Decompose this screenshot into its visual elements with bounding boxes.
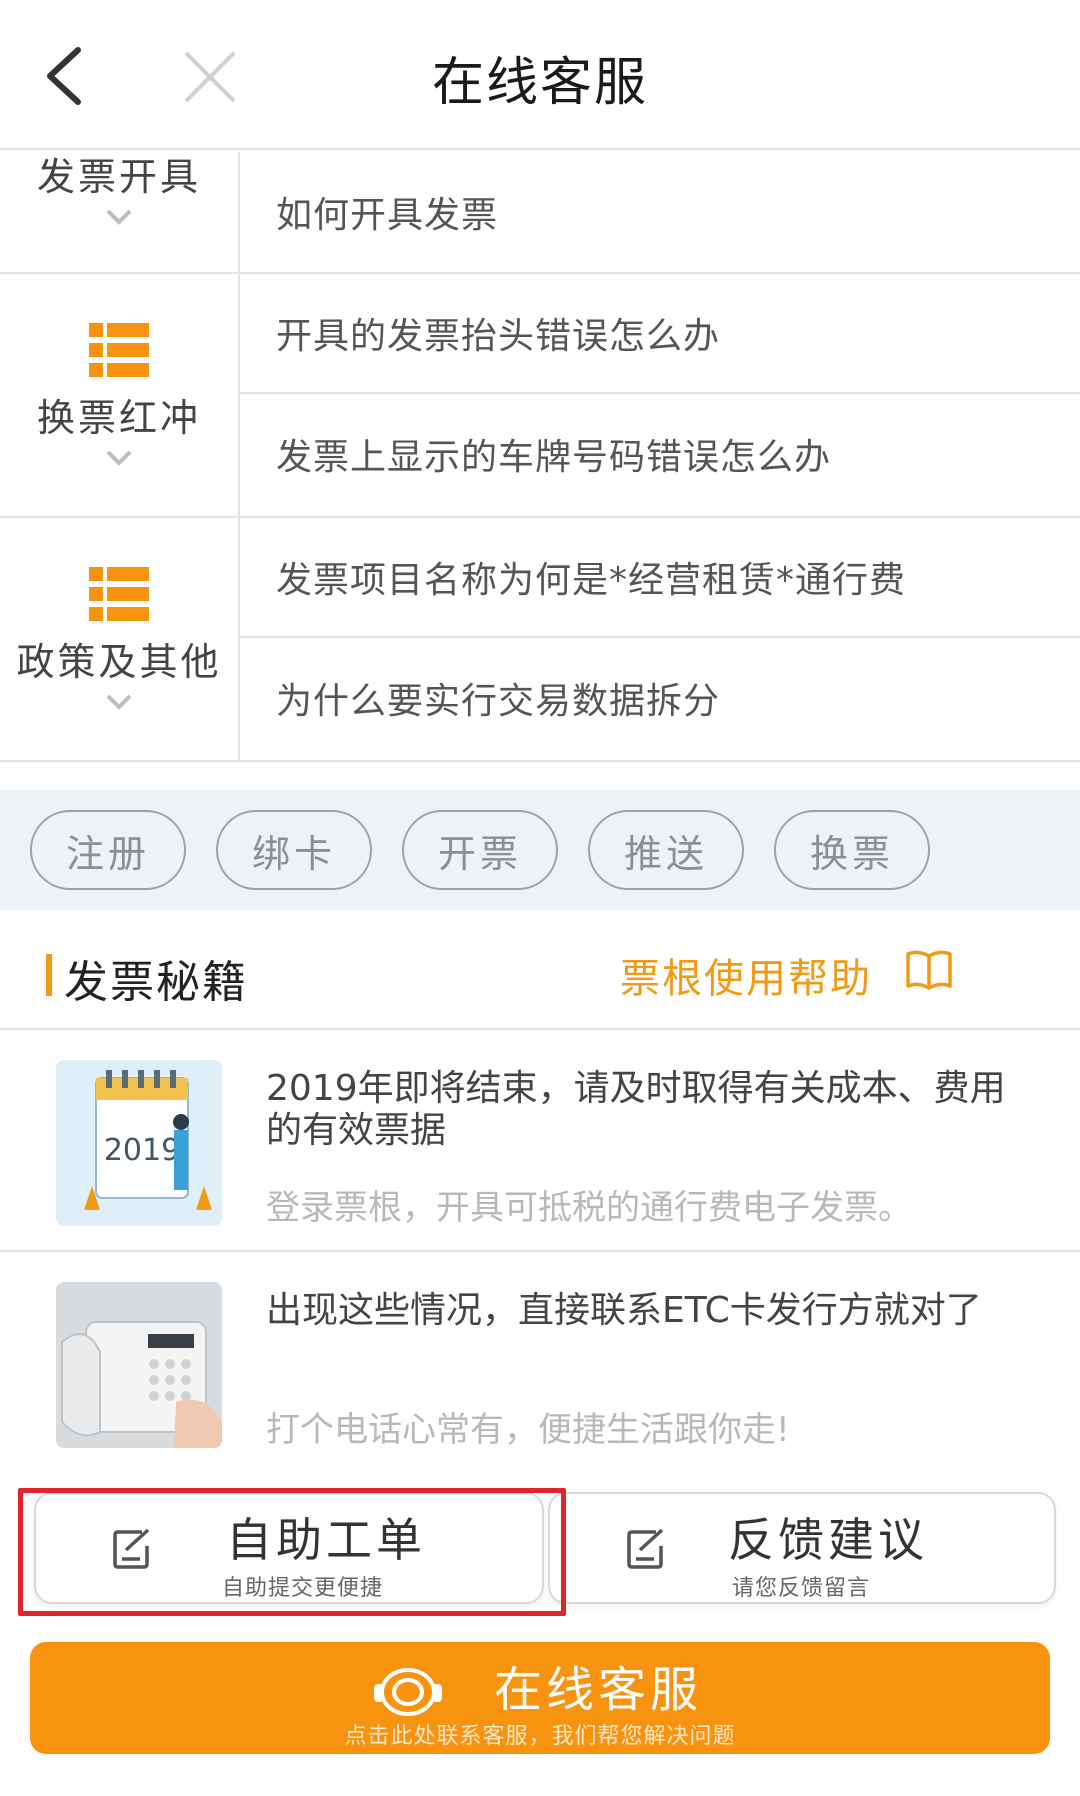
top-nav-bar: 在线客服: [0, 0, 1080, 150]
quick-tags: 注册 绑卡 开票 推送 换票: [0, 790, 1080, 910]
feedback-title: 反馈建议: [728, 1513, 928, 1567]
section-accent-bar: [46, 954, 52, 996]
feedback-subtitle: 请您反馈留言: [732, 1576, 871, 1601]
category-label: 政策及其他: [16, 639, 222, 684]
faq-question[interactable]: 发票上显示的车牌号码错误怎么办: [240, 394, 1080, 514]
faq-category: 换票红冲 开具的发票抬头错误怎么办 发票上显示的车牌号码错误怎么办: [0, 274, 1080, 518]
chevron-down-icon: [106, 209, 132, 225]
article-subtitle: 登录票根，开具可抵税的通行费电子发票。: [266, 1188, 912, 1228]
tag-chip[interactable]: 绑卡: [216, 810, 372, 890]
category-toggle[interactable]: 发票开具: [0, 152, 240, 272]
self-service-subtitle: 自助提交更便捷: [222, 1576, 384, 1601]
faq-category: 发票开具 如何开具发票: [0, 152, 1080, 274]
telephone-illustration-icon: [56, 1282, 222, 1448]
article-card[interactable]: 出现这些情况，直接联系ETC卡发行方就对了 打个电话心常有，便捷生活跟你走!: [0, 1254, 1080, 1474]
section-title: 发票秘籍: [64, 957, 248, 1008]
help-link[interactable]: 票根使用帮助: [620, 946, 872, 1004]
cta-subtitle: 点击此处联系客服，我们帮您解决问题: [344, 1724, 736, 1749]
article-thumbnail: [56, 1282, 222, 1448]
list-icon: [89, 322, 149, 377]
tag-chip[interactable]: 换票: [774, 810, 930, 890]
edit-note-icon: [627, 1528, 664, 1569]
faq-category: 政策及其他 发票项目名称为何是*经营租赁*通行费 为什么要实行交易数据拆分: [0, 518, 1080, 762]
article-subtitle: 打个电话心常有，便捷生活跟你走!: [266, 1410, 790, 1450]
category-label: 发票开具: [36, 155, 201, 199]
tag-chip[interactable]: 开票: [402, 810, 558, 890]
feedback-button[interactable]: 反馈建议 请您反馈留言: [548, 1492, 1056, 1604]
book-icon[interactable]: [904, 948, 954, 992]
svg-text:2019: 2019: [104, 1133, 180, 1168]
tag-chip[interactable]: 注册: [30, 810, 186, 890]
chevron-down-icon: [106, 694, 132, 710]
faq-question[interactable]: 为什么要实行交易数据拆分: [240, 638, 1080, 758]
category-toggle[interactable]: 政策及其他: [0, 518, 240, 760]
article-card[interactable]: 2019 2019年即将结束，请及时取得有关成本、费用的有效票据 登录票根，开具…: [0, 1032, 1080, 1252]
self-service-ticket-button[interactable]: 自助工单 自助提交更便捷: [34, 1492, 544, 1604]
faq-question[interactable]: 如何开具发票: [240, 152, 1080, 272]
faq-question[interactable]: 发票项目名称为何是*经营租赁*通行费: [240, 518, 1080, 638]
tag-chip[interactable]: 推送: [588, 810, 744, 890]
page-title: 在线客服: [431, 53, 648, 113]
calendar-illustration-icon: 2019: [56, 1060, 222, 1226]
headset-icon: [374, 1668, 442, 1716]
cta-title: 在线客服: [494, 1662, 703, 1718]
action-bar: 自助工单 自助提交更便捷 反馈建议 请您反馈留言: [0, 1472, 1080, 1652]
article-title: 出现这些情况，直接联系ETC卡发行方就对了: [266, 1290, 982, 1331]
online-service-button[interactable]: 在线客服 点击此处联系客服，我们帮您解决问题: [30, 1642, 1050, 1754]
category-toggle[interactable]: 换票红冲: [0, 274, 240, 516]
list-icon: [89, 566, 149, 621]
faq-list: 发票开具 如何开具发票 换票红冲 开具的发票抬头错误怎么办 发票上显示的车牌号码…: [0, 152, 1080, 762]
category-label: 换票红冲: [36, 395, 201, 440]
edit-note-icon: [113, 1528, 150, 1569]
chevron-down-icon: [106, 450, 132, 466]
article-title: 2019年即将结束，请及时取得有关成本、费用的有效票据: [266, 1068, 1006, 1151]
article-thumbnail: 2019: [56, 1060, 222, 1226]
self-service-title: 自助工单: [226, 1513, 426, 1567]
faq-question[interactable]: 开具的发票抬头错误怎么办: [240, 274, 1080, 394]
